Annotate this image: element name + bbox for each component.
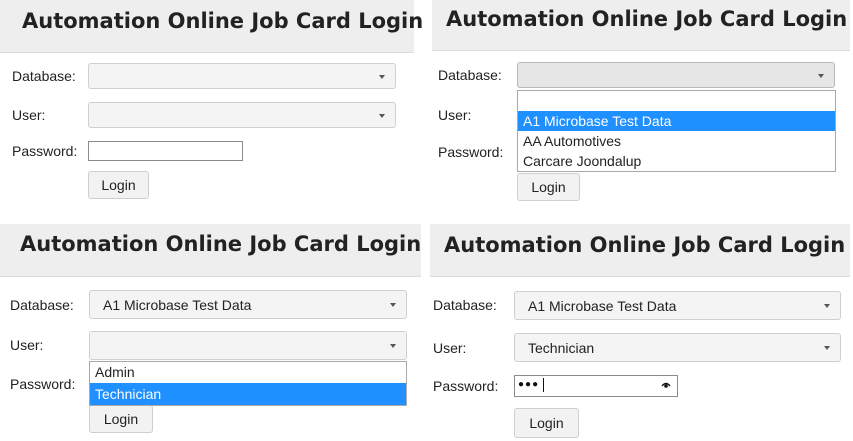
user-select[interactable] [89, 331, 407, 360]
database-option[interactable]: Carcare Joondalup [518, 151, 835, 171]
user-label: User: [438, 107, 472, 123]
database-dropdown-list: A1 Microbase Test Data AA Automotives Ca… [517, 90, 836, 172]
user-label: User: [433, 340, 467, 356]
database-label: Database: [433, 297, 497, 313]
user-label: User: [10, 337, 44, 353]
page-title: Automation Online Job Card Login [20, 232, 422, 256]
user-select[interactable]: Technician [514, 333, 841, 362]
chevron-down-icon [390, 344, 396, 348]
user-option[interactable]: Admin [90, 362, 406, 383]
password-input[interactable]: ●●● [514, 375, 678, 397]
chevron-down-icon [379, 114, 385, 118]
user-label: User: [12, 107, 46, 123]
database-label: Database: [10, 297, 74, 313]
user-option-selected[interactable]: Technician [90, 383, 406, 405]
chevron-down-icon [390, 303, 396, 307]
chevron-down-icon [379, 75, 385, 79]
database-select-value: A1 Microbase Test Data [528, 298, 677, 314]
password-input[interactable] [88, 141, 243, 161]
password-label: Password: [433, 378, 499, 394]
user-dropdown-list: Admin Technician [89, 361, 407, 406]
password-label: Password: [10, 376, 76, 392]
login-panel-3: Automation Online Job Card Login Databas… [0, 224, 421, 439]
database-select-value: A1 Microbase Test Data [103, 297, 252, 313]
panel-header: Automation Online Job Card Login [0, 0, 424, 53]
database-option-blank[interactable] [518, 91, 835, 111]
chevron-down-icon [824, 304, 830, 308]
database-select[interactable] [88, 63, 396, 89]
database-option-selected[interactable]: A1 Microbase Test Data [518, 111, 835, 131]
password-label: Password: [438, 144, 504, 160]
login-panel-2: Automation Online Job Card Login Databas… [432, 0, 850, 215]
password-label: Password: [12, 143, 78, 159]
chevron-down-icon [818, 74, 824, 78]
user-select-value: Technician [528, 340, 595, 356]
database-select[interactable]: A1 Microbase Test Data [514, 291, 841, 320]
page-title: Automation Online Job Card Login [444, 233, 846, 257]
page-title: Automation Online Job Card Login [446, 7, 848, 31]
panel-header: Automation Online Job Card Login [0, 224, 421, 277]
database-label: Database: [12, 68, 76, 84]
database-select[interactable]: A1 Microbase Test Data [89, 290, 407, 319]
page-title: Automation Online Job Card Login [22, 9, 424, 33]
chevron-down-icon [824, 346, 830, 350]
login-button[interactable]: Login [514, 408, 579, 438]
panel-header: Automation Online Job Card Login [430, 224, 850, 277]
database-select[interactable] [517, 62, 835, 88]
eye-icon[interactable] [661, 380, 671, 390]
database-option[interactable]: AA Automotives [518, 131, 835, 151]
database-label: Database: [438, 67, 502, 83]
user-select[interactable] [88, 102, 396, 128]
login-button[interactable]: Login [88, 171, 149, 199]
login-panel-4: Automation Online Job Card Login Databas… [430, 224, 850, 439]
login-button[interactable]: Login [89, 405, 153, 433]
panel-header: Automation Online Job Card Login [432, 0, 850, 51]
login-button[interactable]: Login [517, 173, 580, 201]
login-panel-1: Automation Online Job Card Login Databas… [0, 0, 423, 215]
password-mask: ●●● [518, 379, 540, 390]
text-cursor [543, 378, 544, 392]
